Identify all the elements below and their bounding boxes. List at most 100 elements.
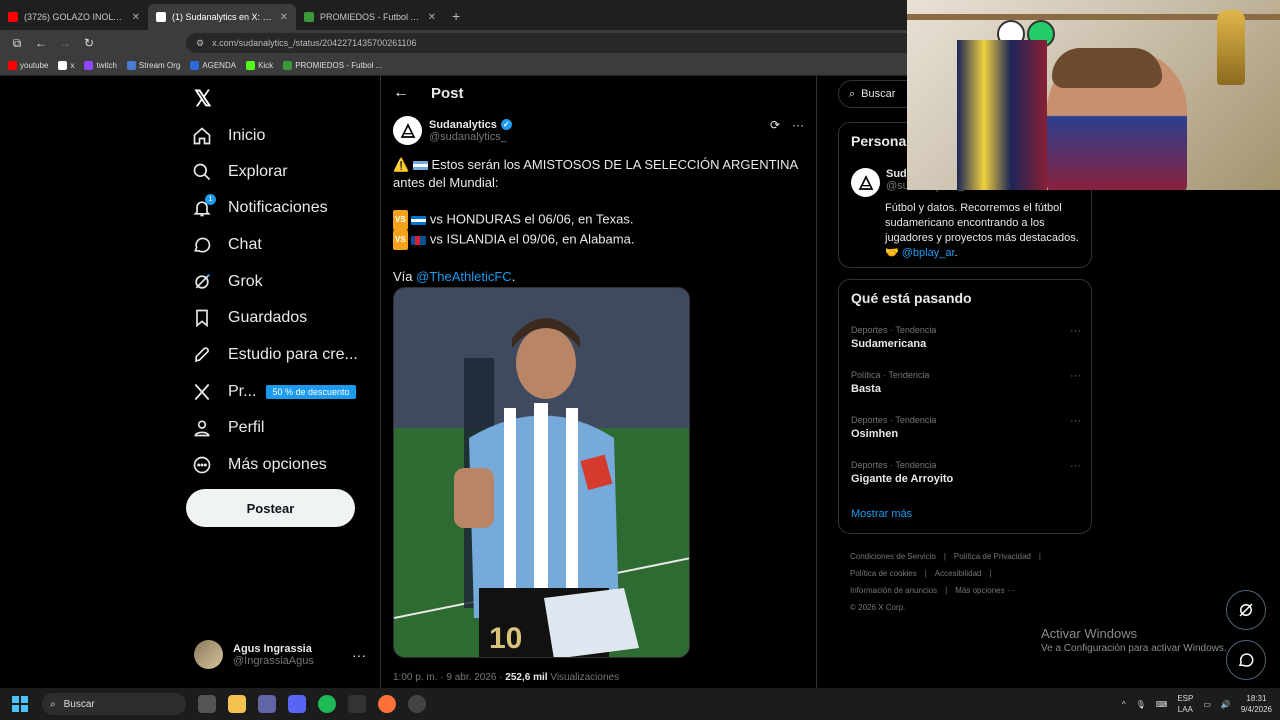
sidebar-item-perfil[interactable]: Perfil — [192, 418, 264, 438]
sidebar-item-premium[interactable]: Pr... 50 % de descuento — [192, 382, 356, 402]
url-text: x.com/sudanalytics_/status/2042271435700… — [212, 38, 417, 48]
bookmark-x[interactable]: x — [58, 61, 74, 70]
forward-icon[interactable]: → — [58, 36, 72, 50]
browser-tab[interactable]: PROMIEDOS - Futbol Argentino ✕ — [296, 4, 444, 30]
close-tab-icon[interactable]: ✕ — [132, 12, 140, 23]
author-avatar[interactable] — [851, 168, 880, 197]
system-tray: ^ 🎙 ⌨ ESP LAA ▭ 🔊 18:31 9/4/2026 — [1122, 688, 1272, 720]
post-header: ← Post — [393, 84, 464, 102]
more-circle-icon — [193, 456, 211, 474]
obs-icon[interactable] — [408, 695, 426, 713]
sidebar-item-chat[interactable]: Chat — [192, 235, 262, 255]
trend-item[interactable]: Deportes · Tendencia Gigante de Arroyito… — [851, 460, 1081, 485]
spotify-icon[interactable] — [318, 695, 336, 713]
chevron-up-icon[interactable]: ^ — [1122, 700, 1126, 709]
sidebar-item-estudio[interactable]: Estudio para cre... — [192, 345, 358, 365]
person-icon — [194, 420, 210, 437]
footer-link[interactable]: Accesibilidad — [935, 569, 982, 578]
search-placeholder: Buscar — [861, 88, 896, 100]
trend-item[interactable]: Política · Tendencia Basta ··· — [851, 370, 1081, 395]
post-column: ← Post Sudanalytics ✓ @sudanalytics_ ⟳ ·… — [380, 76, 817, 688]
back-icon[interactable]: ← — [34, 36, 48, 50]
footer-link[interactable]: Información de anuncios — [850, 586, 937, 595]
site-info-icon[interactable]: ⚙ — [196, 38, 204, 49]
tab-actions-icon[interactable]: ⧉ — [10, 36, 24, 51]
bio-mention-link[interactable]: @bplay_ar — [902, 247, 955, 259]
back-arrow-icon[interactable]: ← — [393, 84, 409, 102]
home-icon — [193, 127, 211, 145]
sidebar-item-mas-opciones[interactable]: Más opciones — [192, 455, 327, 475]
language-indicator[interactable]: ESP LAA — [1177, 693, 1193, 715]
browser-tab[interactable]: (3726) GOLAZO INOLVIDABLE | ✕ — [0, 4, 148, 30]
bookmark-promiedos[interactable]: PROMIEDOS - Futbol ... — [283, 61, 382, 70]
author-handle: @sudanalytics_ — [429, 130, 507, 143]
discord-icon[interactable] — [288, 695, 306, 713]
more-icon[interactable]: ··· — [1070, 415, 1081, 427]
bookmark-twitch[interactable]: twitch — [84, 61, 117, 70]
trend-item[interactable]: Deportes · Tendencia Osimhen ··· — [851, 415, 1081, 440]
more-icon[interactable]: ··· — [1070, 325, 1081, 337]
trend-item[interactable]: Deportes · Tendencia Sudamericana ··· — [851, 325, 1081, 350]
footer-link[interactable]: Más opciones ··· — [955, 586, 1015, 595]
footer-link[interactable]: Política de Privacidad — [954, 552, 1031, 561]
grok-explain-icon[interactable]: ⟳ — [770, 118, 780, 132]
more-icon[interactable]: ··· — [1070, 370, 1081, 382]
teams-icon[interactable] — [258, 695, 276, 713]
x-logo-icon[interactable]: 𝕏 — [194, 86, 212, 112]
copyright: © 2026 X Corp. — [850, 603, 906, 612]
webcam-overlay — [907, 0, 1280, 190]
twitch-icon — [84, 61, 94, 70]
windows-taskbar: ⌕ Buscar ^ 🎙 ⌨ ESP LAA ▭ 🔊 18:31 9/4/202… — [0, 688, 1280, 720]
keyboard-icon[interactable]: ⌨ — [1156, 700, 1168, 709]
firefox-icon[interactable] — [378, 695, 396, 713]
sidebar-item-label: Estudio para cre... — [228, 346, 358, 363]
new-tab-button[interactable]: + — [444, 8, 468, 30]
post-image[interactable]: 10 — [393, 287, 690, 658]
tab-title: (1) Sudanalytics en X: "⚠️🇦🇷 Es — [172, 11, 274, 22]
post-button[interactable]: Postear — [186, 489, 355, 527]
more-icon[interactable]: ··· — [1070, 460, 1081, 472]
close-tab-icon[interactable]: ✕ — [280, 12, 288, 23]
app-icon[interactable] — [348, 695, 366, 713]
bookmark-stream-org[interactable]: Stream Org — [126, 61, 180, 70]
sidebar-item-guardados[interactable]: Guardados — [192, 308, 307, 328]
volume-icon[interactable]: 🔊 — [1221, 700, 1231, 709]
vs-icon: VS — [393, 230, 408, 250]
browser-tab-active[interactable]: (1) Sudanalytics en X: "⚠️🇦🇷 Es ✕ — [148, 4, 296, 30]
file-explorer-icon[interactable] — [228, 695, 246, 713]
page-title: Post — [431, 84, 464, 102]
author-avatar[interactable] — [393, 116, 422, 145]
task-view-icon[interactable] — [198, 695, 216, 713]
sidebar-item-explorar[interactable]: Explorar — [192, 162, 288, 182]
sidebar-item-grok[interactable]: Grok — [192, 272, 263, 292]
account-switcher[interactable]: Agus Ingrassia @IngrassiaAgus ··· — [194, 640, 366, 669]
footer-link[interactable]: Condiciones de Servicio — [850, 552, 936, 561]
more-icon[interactable]: ··· — [792, 118, 804, 132]
taskbar-search[interactable]: ⌕ Buscar — [42, 693, 186, 715]
bookmark-youtube[interactable]: youtube — [8, 61, 48, 70]
youtube-icon — [8, 12, 18, 22]
messages-float-button[interactable] — [1226, 640, 1266, 680]
windows-start-icon[interactable] — [12, 696, 28, 712]
footer-link[interactable]: Política de cookies — [850, 569, 917, 578]
clock[interactable]: 18:31 9/4/2026 — [1241, 693, 1272, 715]
bookmark-agenda[interactable]: AGENDA — [190, 61, 236, 70]
bookmark-kick[interactable]: Kick — [246, 61, 273, 70]
post-author[interactable]: Sudanalytics ✓ @sudanalytics_ — [393, 116, 512, 145]
address-bar[interactable]: ⚙ x.com/sudanalytics_/status/20422714357… — [186, 33, 926, 53]
sidebar-item-label: Pr... — [228, 383, 257, 400]
network-icon[interactable]: ▭ — [1203, 700, 1211, 709]
more-icon[interactable]: ··· — [352, 647, 366, 663]
reload-icon[interactable]: ↻ — [82, 36, 96, 50]
grok-float-button[interactable] — [1226, 590, 1266, 630]
close-tab-icon[interactable]: ✕ — [428, 12, 436, 23]
sidebar-item-inicio[interactable]: Inicio — [192, 126, 265, 146]
post-timestamp[interactable]: 1:00 p. m. · 9 abr. 2026 · — [393, 672, 505, 683]
jerseys — [957, 40, 1047, 190]
show-more-link[interactable]: Mostrar más — [851, 508, 912, 520]
promiedos-icon — [304, 12, 314, 22]
mic-icon[interactable]: 🎙 — [1136, 700, 1146, 709]
mention-link[interactable]: @TheAthleticFC — [416, 269, 512, 284]
card-title: Persona — [851, 133, 907, 149]
sidebar-item-notificaciones[interactable]: 1 Notificaciones — [192, 194, 328, 218]
